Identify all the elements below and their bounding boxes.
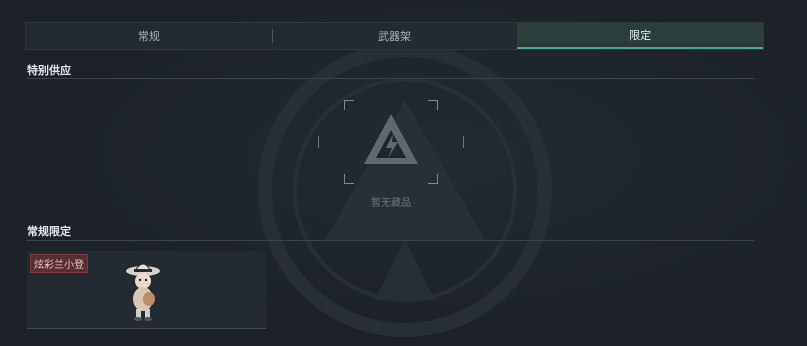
category-tabs: 常规 武器架 限定: [25, 22, 764, 50]
empty-collection-icon: [364, 114, 418, 164]
empty-state-frame: [318, 100, 464, 184]
tab-limited[interactable]: 限定: [517, 23, 764, 49]
frame-tick: [318, 136, 319, 148]
character-sprite-icon: [126, 263, 160, 321]
empty-state-text: 暂无藏品: [371, 198, 411, 209]
frame-tick: [463, 136, 464, 148]
tab-regular[interactable]: 常规: [26, 23, 272, 49]
frame-corner: [428, 174, 438, 184]
item-name-tag: 炫彩兰小登: [30, 254, 88, 273]
section-title-regular-limited: 常规限定: [27, 225, 71, 238]
section-divider: [27, 240, 755, 241]
frame-corner: [344, 100, 354, 110]
section-divider: [27, 78, 755, 79]
frame-corner: [344, 174, 354, 184]
collection-item-card[interactable]: 炫彩兰小登: [27, 251, 266, 329]
frame-corner: [428, 100, 438, 110]
background-emblem-icon: [258, 43, 552, 337]
section-title-special-supply: 特别供应: [27, 64, 71, 77]
tab-weapon-rack[interactable]: 武器架: [271, 23, 518, 49]
